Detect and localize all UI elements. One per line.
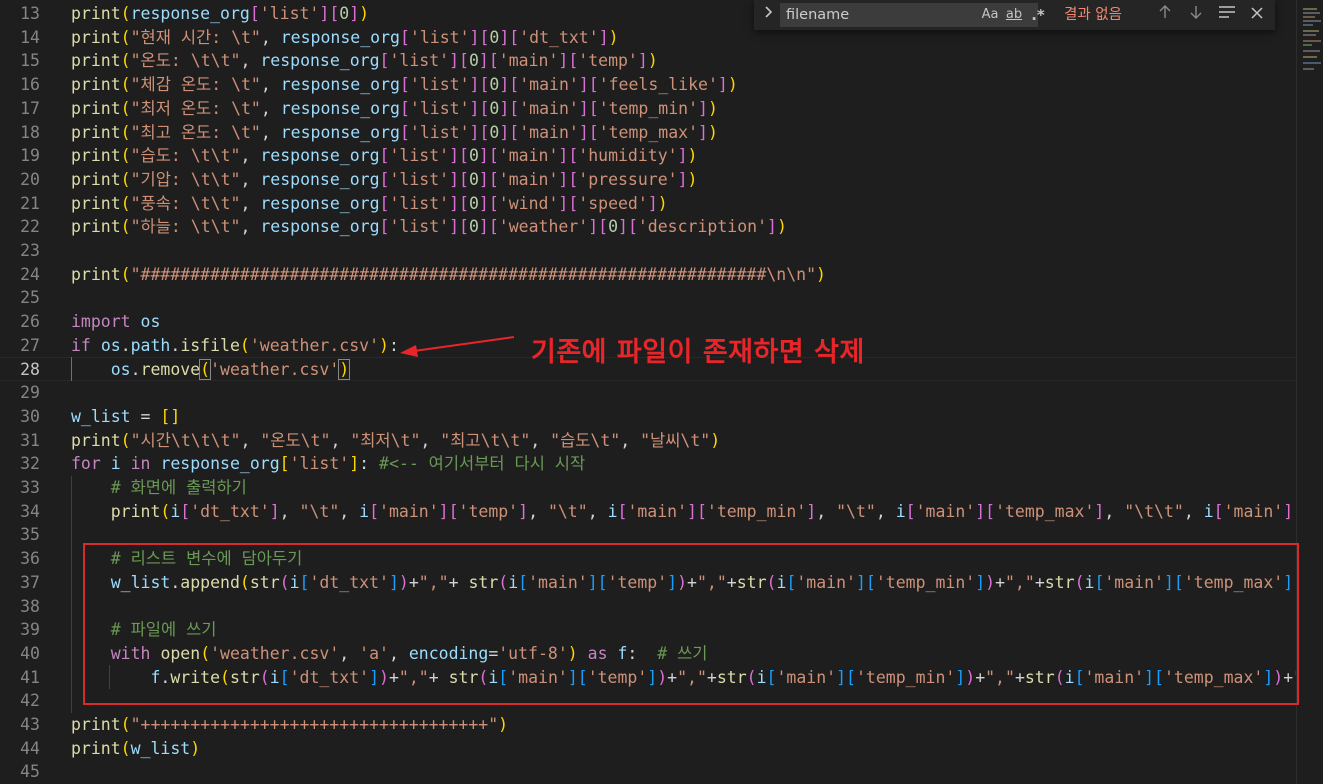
annotation-label: 기존에 파일이 존재하면 삭제 xyxy=(531,337,865,368)
annotation-highlight-box xyxy=(83,543,1299,705)
